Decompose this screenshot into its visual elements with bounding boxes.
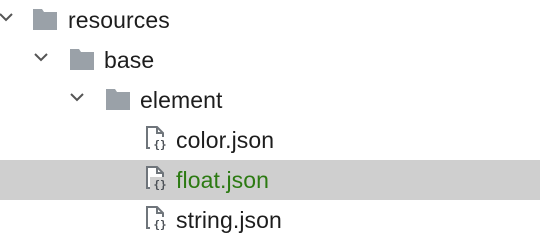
tree-row-string-json[interactable]: {} string.json bbox=[0, 200, 540, 240]
tree-row-color-json[interactable]: {} color.json bbox=[0, 120, 540, 160]
tree-row-float-json[interactable]: {} float.json bbox=[0, 160, 540, 200]
folder-icon bbox=[33, 9, 57, 30]
tree-row-base[interactable]: base bbox=[0, 40, 540, 80]
tree-row-resources[interactable]: resources bbox=[0, 0, 540, 40]
svg-text:{}: {} bbox=[153, 218, 166, 231]
json-file-icon: {} bbox=[146, 166, 170, 191]
folder-icon bbox=[106, 89, 130, 110]
chevron-down-icon[interactable] bbox=[69, 90, 85, 104]
json-file-icon: {} bbox=[146, 206, 170, 231]
tree-item-label: float.json bbox=[176, 167, 270, 193]
tree-item-label: string.json bbox=[176, 207, 282, 233]
chevron-down-icon[interactable] bbox=[33, 50, 49, 64]
json-file-icon: {} bbox=[146, 126, 170, 151]
tree-item-label: element bbox=[140, 87, 223, 113]
folder-icon bbox=[70, 49, 94, 70]
svg-text:{}: {} bbox=[153, 178, 166, 191]
tree-row-element[interactable]: element bbox=[0, 80, 540, 120]
project-tree: resources base element {} color.json {} … bbox=[0, 0, 540, 244]
tree-item-label: base bbox=[104, 47, 155, 73]
tree-item-label: color.json bbox=[176, 127, 275, 153]
tree-item-label: resources bbox=[68, 7, 170, 33]
svg-text:{}: {} bbox=[153, 138, 166, 151]
chevron-down-icon[interactable] bbox=[0, 10, 14, 24]
